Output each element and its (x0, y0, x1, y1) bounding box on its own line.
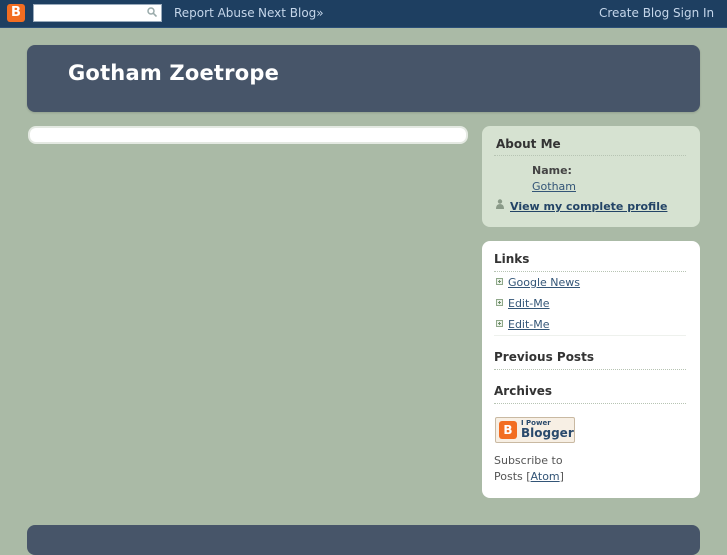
subscribe-prefix: Subscribe to (494, 454, 563, 467)
archives-heading: Archives (494, 384, 553, 398)
next-blog-link[interactable]: Next Blog» (258, 6, 324, 20)
blog-header: Gotham Zoetrope (27, 45, 700, 112)
main-content-box (28, 126, 468, 144)
blogger-navbar: B Report Abuse Next Blog» Create Blog Si… (0, 0, 727, 28)
sign-in-link[interactable]: Sign In (673, 6, 714, 20)
blog-footer (27, 525, 700, 555)
blogger-logo-icon: B (499, 421, 517, 439)
subscribe-posts: Posts [ (494, 470, 531, 483)
divider (494, 369, 686, 370)
divider (494, 155, 686, 156)
person-icon (496, 199, 504, 209)
create-blog-link[interactable]: Create Blog (599, 6, 669, 20)
search-input[interactable] (33, 4, 162, 22)
powered-by-blogger-badge[interactable]: B I Power Blogger (495, 417, 575, 443)
link-edit-me[interactable]: Edit-Me (508, 297, 550, 310)
badge-line2: Blogger (521, 426, 574, 440)
divider (494, 403, 686, 404)
subscribe-text: Subscribe to Posts [Atom] (494, 453, 564, 485)
search-icon[interactable] (147, 7, 157, 17)
name-label: Name: (532, 164, 572, 177)
link-google-news[interactable]: Google News (508, 276, 580, 289)
divider (494, 335, 686, 336)
blogger-logo-icon[interactable]: B (7, 4, 25, 22)
divider (494, 271, 686, 272)
view-profile-link[interactable]: View my complete profile (510, 200, 667, 213)
about-me-heading: About Me (496, 137, 561, 151)
plus-icon (496, 299, 503, 306)
about-me-section: About Me Name: Gotham View my complete p… (482, 126, 700, 227)
blog-title[interactable]: Gotham Zoetrope (68, 61, 279, 85)
profile-name-link[interactable]: Gotham (532, 180, 576, 193)
atom-feed-link[interactable]: Atom (531, 470, 560, 483)
previous-posts-heading: Previous Posts (494, 350, 594, 364)
plus-icon (496, 320, 503, 327)
subscribe-suffix: ] (559, 470, 564, 483)
plus-icon (496, 278, 503, 285)
link-edit-me[interactable]: Edit-Me (508, 318, 550, 331)
links-heading: Links (494, 252, 530, 266)
report-abuse-link[interactable]: Report Abuse (174, 6, 255, 20)
sidebar-links-section: Links Google News Edit-Me Edit-Me Previo… (482, 241, 700, 498)
